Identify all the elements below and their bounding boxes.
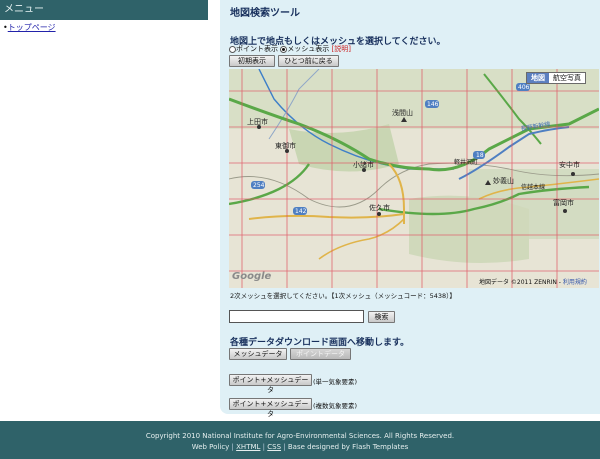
route-18: 18 [476, 152, 484, 159]
mesh-mode-label: メッシュ表示 [287, 45, 330, 53]
xhtml-link[interactable]: XHTML [236, 443, 260, 451]
footer-separator: | [262, 443, 266, 451]
designed-by-text: Base designed by Flash Templates [287, 443, 409, 451]
back-button[interactable]: ひとつ前に戻る [278, 55, 339, 67]
point-mesh-multi-button[interactable]: ポイント+メッシュデータ [229, 398, 312, 418]
map-type-map[interactable]: 地図 [527, 73, 549, 83]
footer-separator: | [283, 443, 286, 451]
place-annaka: 安中市 [559, 160, 580, 169]
footer: Copyright 2010 National Institute for Ag… [0, 421, 600, 459]
search-button[interactable]: 検索 [368, 311, 395, 323]
route-146: 146 [427, 101, 439, 108]
route-406: 406 [518, 84, 530, 91]
css-link[interactable]: CSS [267, 443, 281, 451]
single-element-note: (単一気象要素) [313, 378, 358, 386]
footer-copyright: Copyright 2010 National Institute for Ag… [145, 432, 455, 440]
place-myogi: 妙義山 [493, 176, 514, 185]
saku-marker [377, 212, 381, 216]
sidebar-heading: メニュー [0, 0, 208, 20]
map-credit: 地図データ ©2011 ZENRIN - 利用規約 [479, 277, 587, 286]
point-mode-radio[interactable] [229, 45, 236, 53]
place-komoro: 小諸市 [353, 160, 374, 169]
top-page-link[interactable]: トップページ [8, 23, 56, 32]
place-asama: 浅間山 [392, 108, 413, 117]
label-shinetsu: 信越本線 [521, 183, 545, 191]
multi-element-note: (複数気象要素) [313, 402, 358, 410]
place-tomioka: 富岡市 [553, 198, 574, 207]
web-policy-link[interactable]: Web Policy [192, 443, 230, 451]
point-mode-label: ポイント表示 [236, 45, 278, 53]
route-142: 142 [295, 208, 307, 215]
map-type-aerial[interactable]: 航空写真 [549, 73, 585, 83]
map-credit-text: 地図データ ©2011 ZENRIN - [479, 279, 563, 286]
place-tomi: 東御市 [275, 141, 296, 150]
annaka-marker [571, 172, 575, 176]
display-mode-row: ポイント表示 メッシュ表示 [説明] [229, 44, 351, 54]
point-data-button: ポイントデータ [290, 348, 351, 360]
google-logo[interactable]: Google [232, 271, 271, 282]
route-254: 254 [253, 182, 265, 189]
footer-separator: | [231, 443, 234, 451]
point-mesh-single-button[interactable]: ポイント+メッシュデータ [229, 374, 312, 394]
help-link[interactable]: [説明] [331, 45, 350, 53]
map-type-control[interactable]: 地図 航空写真 [526, 72, 586, 84]
place-karuizawa: 軽井沢町 [454, 158, 478, 166]
mesh-data-button[interactable]: メッシュデータ [229, 348, 287, 360]
mesh-status: 2次メッシュを選択してください。【1次メッシュ（メッシュコード：5438）】 [230, 292, 456, 300]
download-heading: 各種データダウンロード画面へ移動します。 [230, 338, 410, 348]
place-ueda: 上田市 [247, 117, 268, 126]
terms-link[interactable]: 利用規約 [563, 279, 587, 286]
tomioka-marker [563, 209, 567, 213]
place-saku: 佐久市 [369, 203, 390, 212]
initial-view-button[interactable]: 初期表示 [229, 55, 275, 67]
mesh-mode-radio[interactable] [280, 45, 288, 53]
search-input[interactable] [229, 310, 364, 323]
sidebar-link-item: •トップページ [0, 22, 208, 33]
map-view[interactable]: 上田市 東御市 小諸市 佐久市 浅間山 妙義山 安中市 富岡市 信越本線 長野新… [229, 69, 599, 288]
sidebar: メニュー •トップページ [0, 0, 208, 33]
page-title: 地図検索ツール [230, 8, 300, 19]
main-panel: 地図検索ツール 地図上で地点もしくはメッシュを選択してください。 ポイント表示 … [220, 0, 600, 418]
map-canvas[interactable]: 上田市 東御市 小諸市 佐久市 浅間山 妙義山 安中市 富岡市 信越本線 長野新… [229, 69, 599, 288]
footer-links: Web Policy | XHTML | CSS | Base designed… [0, 442, 600, 453]
